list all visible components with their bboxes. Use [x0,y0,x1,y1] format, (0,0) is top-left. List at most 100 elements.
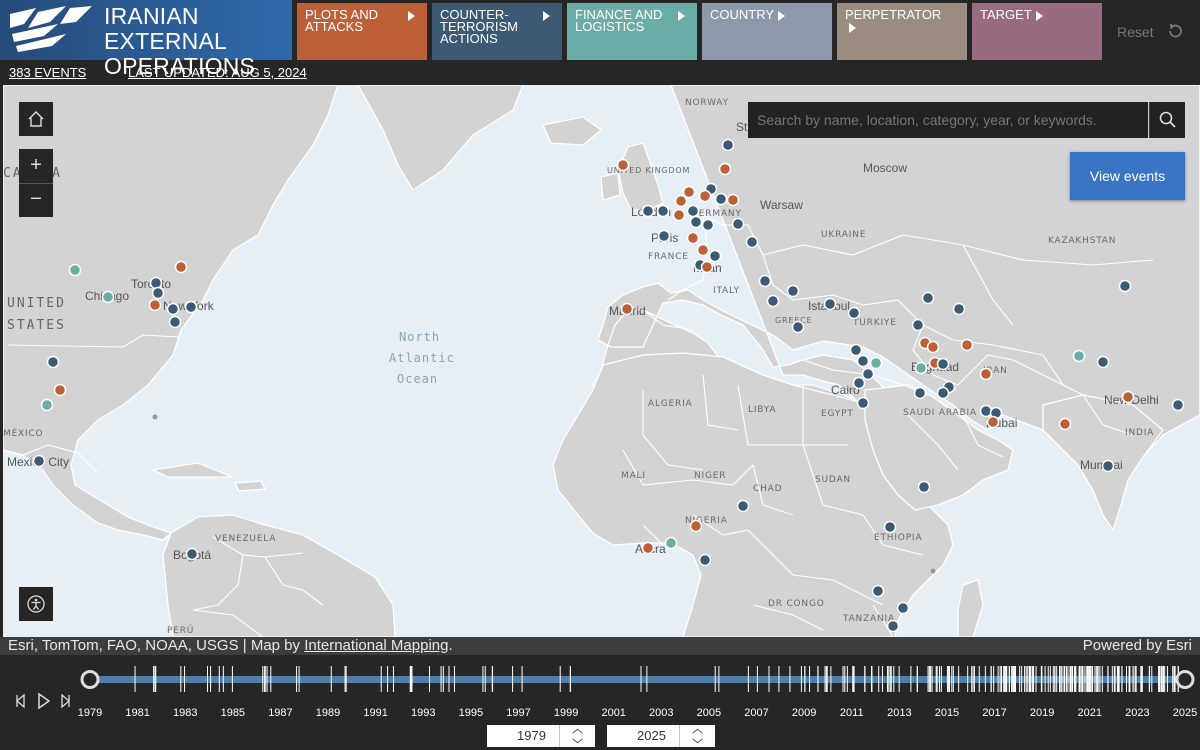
event-marker[interactable] [32,454,46,468]
event-marker[interactable] [1121,390,1135,404]
event-marker[interactable] [185,547,199,561]
start-year-input[interactable]: 1979 [487,725,595,747]
event-marker[interactable] [886,619,900,633]
events-count[interactable]: 383 EVENTS [9,65,86,80]
event-marker[interactable] [979,367,993,381]
event-marker[interactable] [856,396,870,410]
filter-target[interactable]: TARGET [972,3,1102,60]
event-marker[interactable] [664,536,678,550]
accessibility-button[interactable] [19,587,53,621]
event-marker[interactable] [979,404,993,418]
event-marker[interactable] [696,243,710,257]
event-marker[interactable] [148,298,162,312]
event-marker[interactable] [616,158,630,172]
timeline-slider[interactable]: 1979 1981 1983 1985 1987 1989 1991 1993 1995 1997… [0,655,1200,723]
reset-button[interactable]: Reset [1117,24,1154,40]
filter-country[interactable]: COUNTRY [702,3,832,60]
event-marker[interactable] [149,276,163,290]
event-marker[interactable] [911,318,925,332]
last-updated[interactable]: LAST UPDATED: AUG 5, 2024 [128,65,307,80]
event-marker[interactable] [986,415,1000,429]
event-marker[interactable] [68,263,82,277]
event-marker[interactable] [672,208,686,222]
event-marker[interactable] [641,204,655,218]
event-marker[interactable] [682,185,696,199]
event-marker[interactable] [46,355,60,369]
step-back-icon[interactable] [16,693,25,709]
event-marker[interactable] [1058,417,1072,431]
end-year-stepper[interactable] [679,725,715,747]
search-input[interactable] [748,102,1148,138]
timeline-start-handle[interactable] [80,670,100,689]
event-marker[interactable] [731,217,745,231]
play-icon[interactable] [38,692,51,710]
event-marker[interactable] [913,386,927,400]
event-marker[interactable] [641,541,655,555]
event-marker[interactable] [914,361,928,375]
event-marker[interactable] [689,215,703,229]
event-marker[interactable] [852,376,866,390]
event-marker[interactable] [686,204,700,218]
event-marker[interactable] [786,284,800,298]
zoom-in-button[interactable]: + [19,149,53,183]
filter-counter-terrorism-actions[interactable]: COUNTER-TERRORISM ACTIONS [432,3,562,60]
home-button[interactable] [19,102,53,136]
event-marker[interactable] [701,218,715,232]
event-marker[interactable] [960,338,974,352]
event-marker[interactable] [718,162,732,176]
event-marker[interactable] [168,315,182,329]
reset-icon[interactable] [1166,22,1184,40]
event-marker[interactable] [620,302,634,316]
timeline[interactable]: 1979 1981 1983 1985 1987 1989 1991 1993 1995 1997… [0,655,1200,750]
event-marker[interactable] [936,386,950,400]
event-marker[interactable] [184,300,198,314]
event-marker[interactable] [883,520,897,534]
event-marker[interactable] [1072,349,1086,363]
event-marker[interactable] [936,357,950,371]
event-marker[interactable] [823,297,837,311]
event-marker[interactable] [714,192,728,206]
event-marker[interactable] [921,291,935,305]
attribution-link[interactable]: International Mapping [304,637,448,654]
event-marker[interactable] [1096,355,1110,369]
event-marker[interactable] [40,398,54,412]
event-marker[interactable] [849,343,863,357]
event-marker[interactable] [856,354,870,368]
filter-finance-and-logistics[interactable]: FINANCE AND LOGISTICS [567,3,697,60]
event-marker[interactable] [896,601,910,615]
event-marker[interactable] [869,356,883,370]
event-marker[interactable] [861,367,875,381]
zoom-out-button[interactable]: − [19,183,53,217]
view-events-button[interactable]: View events [1070,152,1185,200]
timeline-track[interactable] [90,676,1185,683]
step-forward-icon[interactable] [61,693,70,709]
timeline-end-handle[interactable] [1175,670,1195,689]
event-marker[interactable] [698,189,712,203]
event-marker[interactable] [174,260,188,274]
event-marker[interactable] [758,274,772,288]
event-marker[interactable] [1101,459,1115,473]
event-marker[interactable] [151,286,165,300]
event-marker[interactable] [952,302,966,316]
event-marker[interactable] [101,290,115,304]
filter-perpetrator[interactable]: PERPETRATOR [837,3,967,60]
event-marker[interactable] [917,480,931,494]
event-marker[interactable] [847,306,861,320]
event-marker[interactable] [657,229,671,243]
powered-by-esri[interactable]: Powered by Esri [1083,637,1192,655]
event-marker[interactable] [708,249,722,263]
event-marker[interactable] [926,340,940,354]
start-year-stepper[interactable] [559,725,595,747]
event-marker[interactable] [736,499,750,513]
event-marker[interactable] [698,553,712,567]
event-marker[interactable] [745,235,759,249]
event-marker[interactable] [53,383,67,397]
event-marker[interactable] [686,231,700,245]
event-marker[interactable] [726,193,740,207]
event-marker[interactable] [674,194,688,208]
event-marker[interactable] [700,260,714,274]
event-marker[interactable] [871,584,885,598]
event-marker[interactable] [689,519,703,533]
playback-controls[interactable] [12,691,76,711]
end-year-input[interactable]: 2025 [607,725,715,747]
